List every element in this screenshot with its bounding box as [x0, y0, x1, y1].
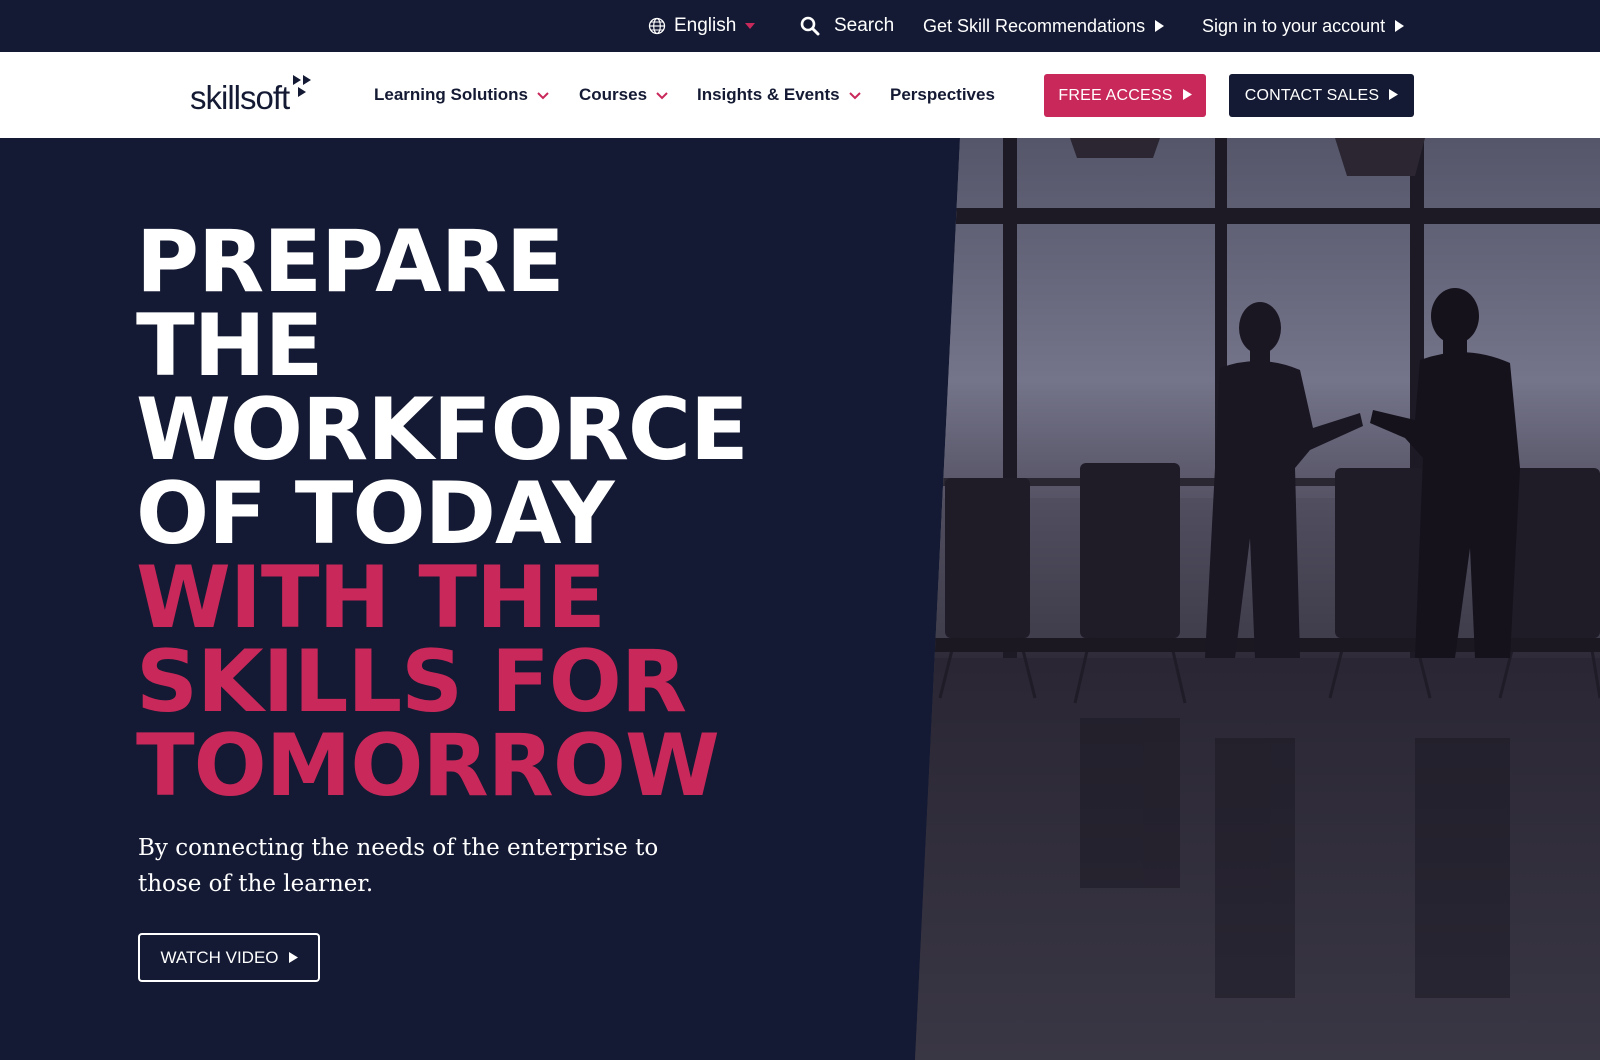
nav-insights-events-label: Insights & Events — [697, 85, 840, 104]
watch-video-label: WATCH VIDEO — [160, 947, 279, 967]
skill-recommendations-label: Get Skill Recommendations — [923, 15, 1146, 36]
play-arrow-icon — [1154, 20, 1165, 32]
globe-icon — [648, 17, 666, 35]
chevron-down-icon — [848, 85, 861, 105]
main-navigation: skillsoft Learning Solutions Courses Ins… — [0, 52, 1600, 138]
headline-line: THE — [136, 296, 323, 396]
free-access-button[interactable]: FREE ACCESS — [1044, 74, 1206, 117]
nav-insights-events[interactable]: Insights & Events — [697, 52, 861, 138]
contact-sales-label: CONTACT SALES — [1244, 86, 1380, 104]
hero-subtext: By connecting the needs of the enterpris… — [138, 835, 659, 897]
utility-bar: English Search Get Skill Recommendations… — [0, 0, 1600, 52]
watch-video-button[interactable]: WATCH VIDEO — [138, 933, 320, 982]
chevron-down-icon — [537, 85, 549, 105]
signin-link[interactable]: Sign in to your account — [1202, 0, 1405, 52]
caret-down-icon — [744, 22, 756, 30]
skillsoft-logo[interactable]: skillsoft — [190, 72, 313, 120]
language-label: English — [674, 15, 737, 36]
search-link[interactable]: Search — [800, 0, 894, 52]
nav-learning-solutions[interactable]: Learning Solutions — [374, 52, 549, 138]
search-label: Search — [834, 15, 895, 36]
nav-courses[interactable]: Courses — [579, 52, 668, 138]
play-arrow-icon — [1389, 87, 1399, 105]
nav-learning-solutions-label: Learning Solutions — [374, 85, 528, 104]
signin-label: Sign in to your account — [1202, 15, 1386, 36]
nav-perspectives-label: Perspectives — [890, 85, 995, 104]
headline-line: WORKFORCE — [136, 380, 749, 480]
language-selector[interactable]: English — [648, 0, 756, 52]
headline-line-accent: SKILLS FOR — [136, 632, 687, 732]
skill-recommendations-link[interactable]: Get Skill Recommendations — [923, 0, 1165, 52]
contact-sales-button[interactable]: CONTACT SALES — [1229, 74, 1414, 117]
play-arrow-icon — [288, 948, 298, 968]
chevron-down-icon — [656, 85, 668, 105]
search-icon — [800, 16, 820, 36]
headline-line: PREPARE — [136, 212, 565, 312]
nav-courses-label: Courses — [579, 85, 648, 104]
headline-line-accent: WITH THE — [136, 548, 606, 648]
logo-wordmark: skillsoft — [190, 79, 290, 116]
hero-headline: PREPARE THE WORKFORCE OF TODAY WITH THE … — [136, 212, 856, 816]
logo-arrows-icon — [291, 75, 313, 106]
nav-perspectives[interactable]: Perspectives — [890, 52, 995, 138]
play-arrow-icon — [1182, 87, 1192, 105]
headline-line: OF TODAY — [136, 464, 615, 564]
hero-photo-handshake — [915, 138, 1600, 1060]
hero-section: PREPARE THE WORKFORCE OF TODAY WITH THE … — [0, 138, 1600, 1060]
free-access-label: FREE ACCESS — [1058, 86, 1173, 104]
headline-line-accent: TOMORROW — [136, 716, 720, 816]
play-arrow-icon — [1394, 20, 1405, 32]
